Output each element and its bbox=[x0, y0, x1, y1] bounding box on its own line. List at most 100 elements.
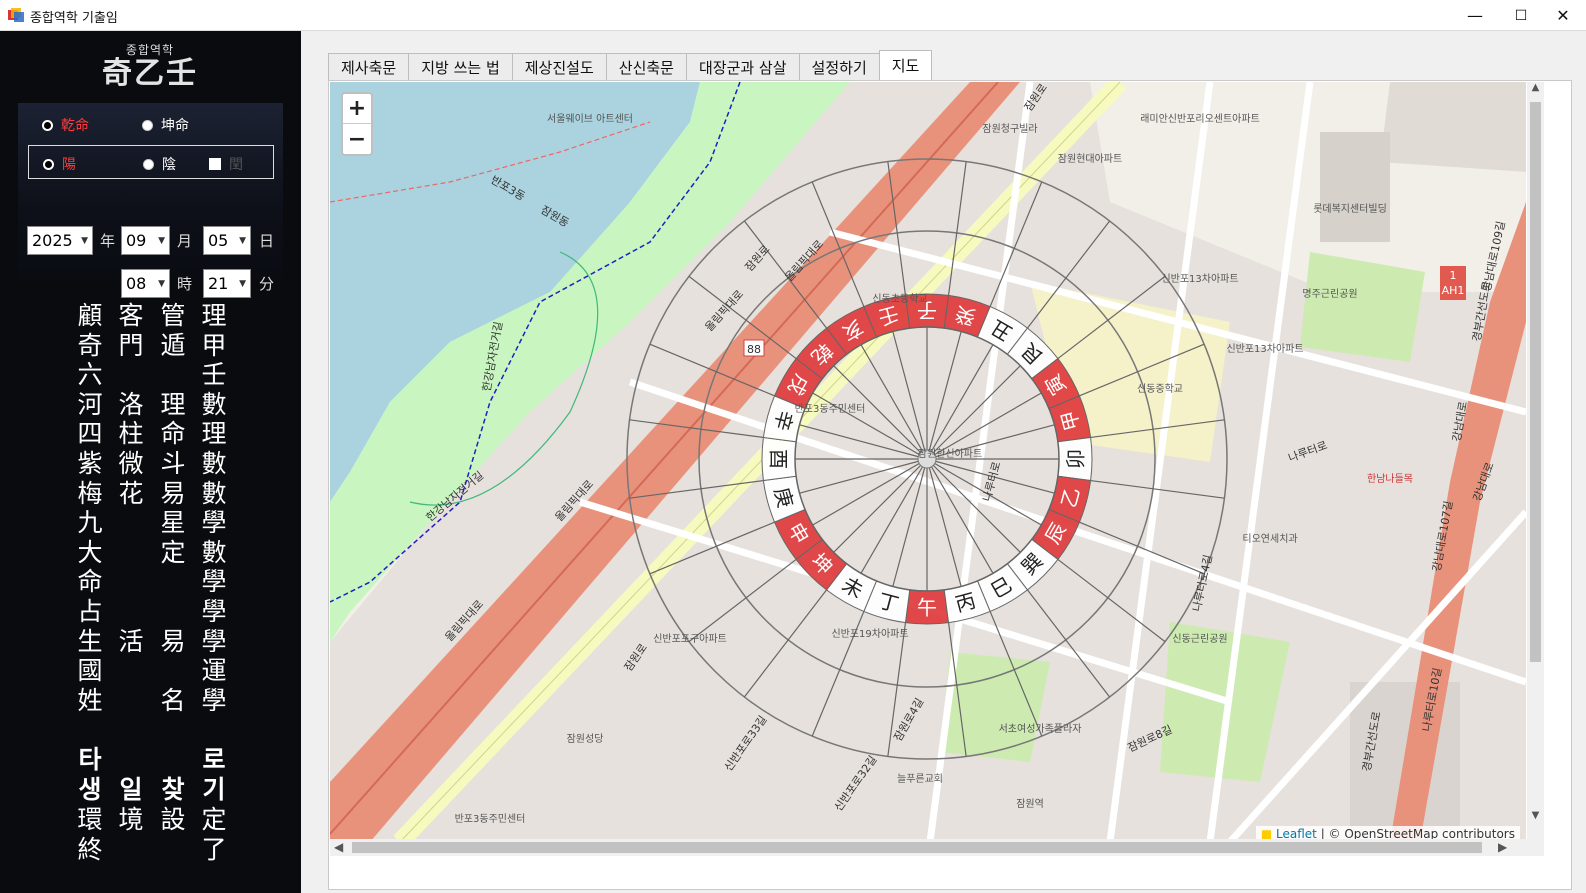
bottom-menu-glyph[interactable] bbox=[159, 745, 187, 775]
menu-glyph[interactable]: 理 bbox=[159, 390, 187, 420]
bottom-menu-glyph[interactable] bbox=[117, 745, 145, 775]
menu-glyph[interactable]: 國 bbox=[76, 656, 104, 686]
radio-yin[interactable]: 陰 bbox=[143, 154, 176, 174]
scroll-down-icon[interactable]: ▼ bbox=[1529, 810, 1542, 827]
menu-glyph[interactable]: 六 bbox=[76, 360, 104, 390]
menu-glyph[interactable] bbox=[117, 656, 145, 686]
menu-glyph[interactable]: 柱 bbox=[117, 419, 145, 449]
hour-select[interactable]: 08 ▼ bbox=[121, 269, 170, 298]
radio-yang[interactable]: 陽 bbox=[43, 154, 76, 174]
menu-glyph[interactable]: 梅 bbox=[76, 479, 104, 509]
menu-glyph[interactable] bbox=[117, 508, 145, 538]
menu-glyph[interactable]: 門 bbox=[117, 331, 145, 361]
bottom-menu-glyph[interactable]: 設 bbox=[159, 805, 187, 835]
horizontal-scrollbar[interactable]: ◀ ▶ bbox=[330, 839, 1544, 856]
menu-glyph[interactable]: 定 bbox=[159, 538, 187, 568]
tab-5[interactable]: 설정하기 bbox=[798, 53, 880, 80]
year-select[interactable]: 2025 ▼ bbox=[27, 226, 93, 255]
map-canvas[interactable]: 午丁未坤申庚酉辛戌乾亥壬子癸丑艮寅甲卯乙辰巽巳丙 올림픽대로올림픽대로올림픽대로… bbox=[330, 82, 1526, 842]
bottom-menu-glyph[interactable]: 타 bbox=[76, 745, 104, 775]
bottom-menu-glyph[interactable]: 境 bbox=[117, 805, 145, 835]
menu-glyph[interactable]: 學 bbox=[200, 597, 228, 627]
menu-glyph[interactable] bbox=[117, 715, 145, 745]
tab-0[interactable]: 제사축문 bbox=[328, 53, 410, 80]
menu-glyph[interactable]: 姓 bbox=[76, 686, 104, 716]
map-view[interactable]: 午丁未坤申庚酉辛戌乾亥壬子癸丑艮寅甲卯乙辰巽巳丙 올림픽대로 올림픽대로 올림픽대로… bbox=[330, 82, 1526, 842]
menu-glyph[interactable]: 運 bbox=[200, 656, 228, 686]
menu-glyph[interactable]: 學 bbox=[200, 567, 228, 597]
bottom-menu-glyph[interactable] bbox=[159, 835, 187, 865]
menu-glyph[interactable]: 理 bbox=[200, 419, 228, 449]
menu-glyph[interactable]: 大 bbox=[76, 538, 104, 568]
menu-glyph[interactable]: 奇 bbox=[76, 331, 104, 361]
menu-glyph[interactable] bbox=[159, 360, 187, 390]
menu-glyph[interactable] bbox=[117, 567, 145, 597]
menu-glyph[interactable]: 管 bbox=[159, 301, 187, 331]
horizontal-scroll-thumb[interactable] bbox=[352, 842, 1482, 853]
menu-glyph[interactable] bbox=[117, 538, 145, 568]
zoom-in-button[interactable]: + bbox=[343, 94, 371, 124]
close-button[interactable]: ✕ bbox=[1540, 0, 1586, 31]
menu-glyph[interactable] bbox=[117, 597, 145, 627]
tab-2[interactable]: 제상진설도 bbox=[511, 53, 607, 80]
bottom-menu-glyph[interactable]: 終 bbox=[76, 835, 104, 865]
menu-glyph[interactable]: 數 bbox=[200, 390, 228, 420]
bottom-menu-glyph[interactable]: 일 bbox=[117, 775, 145, 805]
minute-select[interactable]: 21 ▼ bbox=[203, 269, 251, 298]
menu-glyph[interactable]: 甲 bbox=[200, 331, 228, 361]
menu-glyph[interactable]: 紫 bbox=[76, 449, 104, 479]
menu-glyph[interactable]: 易 bbox=[159, 627, 187, 657]
menu-glyph[interactable]: 學 bbox=[200, 627, 228, 657]
bottom-menu-glyph[interactable] bbox=[117, 835, 145, 865]
bottom-menu-glyph[interactable]: 기 bbox=[200, 775, 228, 805]
tab-1[interactable]: 지방 쓰는 법 bbox=[408, 53, 513, 80]
menu-glyph[interactable]: 易 bbox=[159, 479, 187, 509]
menu-glyph[interactable]: 微 bbox=[117, 449, 145, 479]
tab-6[interactable]: 지도 bbox=[878, 50, 933, 80]
menu-glyph[interactable]: 四 bbox=[76, 419, 104, 449]
menu-glyph[interactable]: 斗 bbox=[159, 449, 187, 479]
menu-glyph[interactable]: 學 bbox=[200, 686, 228, 716]
zoom-out-button[interactable]: − bbox=[343, 124, 371, 154]
menu-glyph[interactable]: 客 bbox=[117, 301, 145, 331]
bottom-menu-glyph[interactable]: 로 bbox=[200, 745, 228, 775]
menu-glyph[interactable]: 命 bbox=[159, 419, 187, 449]
menu-glyph[interactable] bbox=[159, 656, 187, 686]
menu-glyph[interactable]: 命 bbox=[76, 567, 104, 597]
menu-glyph[interactable]: 洛 bbox=[117, 390, 145, 420]
tab-4[interactable]: 대장군과 삼살 bbox=[685, 53, 800, 80]
bottom-menu-glyph[interactable]: 생 bbox=[76, 775, 104, 805]
menu-glyph[interactable]: 理 bbox=[200, 301, 228, 331]
minimize-button[interactable]: — bbox=[1452, 0, 1498, 31]
menu-glyph[interactable]: 數 bbox=[200, 449, 228, 479]
vertical-scroll-thumb[interactable] bbox=[1530, 102, 1541, 662]
menu-glyph[interactable] bbox=[117, 686, 145, 716]
menu-glyph[interactable]: 壬 bbox=[200, 360, 228, 390]
menu-glyph[interactable]: 花 bbox=[117, 479, 145, 509]
menu-glyph[interactable]: 學 bbox=[200, 508, 228, 538]
scroll-left-icon[interactable]: ◀ bbox=[334, 840, 343, 854]
menu-glyph[interactable]: 遁 bbox=[159, 331, 187, 361]
scroll-up-icon[interactable]: ▲ bbox=[1529, 82, 1542, 99]
menu-glyph[interactable]: 星 bbox=[159, 508, 187, 538]
bottom-menu-glyph[interactable]: 찾 bbox=[159, 775, 187, 805]
menu-glyph[interactable]: 占 bbox=[76, 597, 104, 627]
maximize-button[interactable]: ☐ bbox=[1498, 0, 1544, 31]
month-select[interactable]: 09 ▼ bbox=[121, 226, 170, 255]
menu-glyph[interactable]: 活 bbox=[117, 627, 145, 657]
menu-glyph[interactable] bbox=[159, 567, 187, 597]
menu-glyph[interactable]: 數 bbox=[200, 538, 228, 568]
menu-glyph[interactable]: 生 bbox=[76, 627, 104, 657]
menu-glyph[interactable]: 河 bbox=[76, 390, 104, 420]
day-select[interactable]: 05 ▼ bbox=[203, 226, 251, 255]
radio-female[interactable]: 坤命 bbox=[142, 115, 189, 135]
scroll-right-icon[interactable]: ▶ bbox=[1498, 840, 1507, 854]
bottom-menu-glyph[interactable]: 定 bbox=[200, 805, 228, 835]
radio-male[interactable]: 乾命 bbox=[42, 115, 89, 135]
menu-glyph[interactable]: 顧 bbox=[76, 301, 104, 331]
menu-glyph[interactable]: 名 bbox=[159, 686, 187, 716]
menu-glyph[interactable] bbox=[159, 597, 187, 627]
tab-3[interactable]: 산신축문 bbox=[605, 53, 687, 80]
leap-checkbox[interactable]: 閏 bbox=[209, 154, 243, 174]
bottom-menu-glyph[interactable]: 了 bbox=[200, 835, 228, 865]
